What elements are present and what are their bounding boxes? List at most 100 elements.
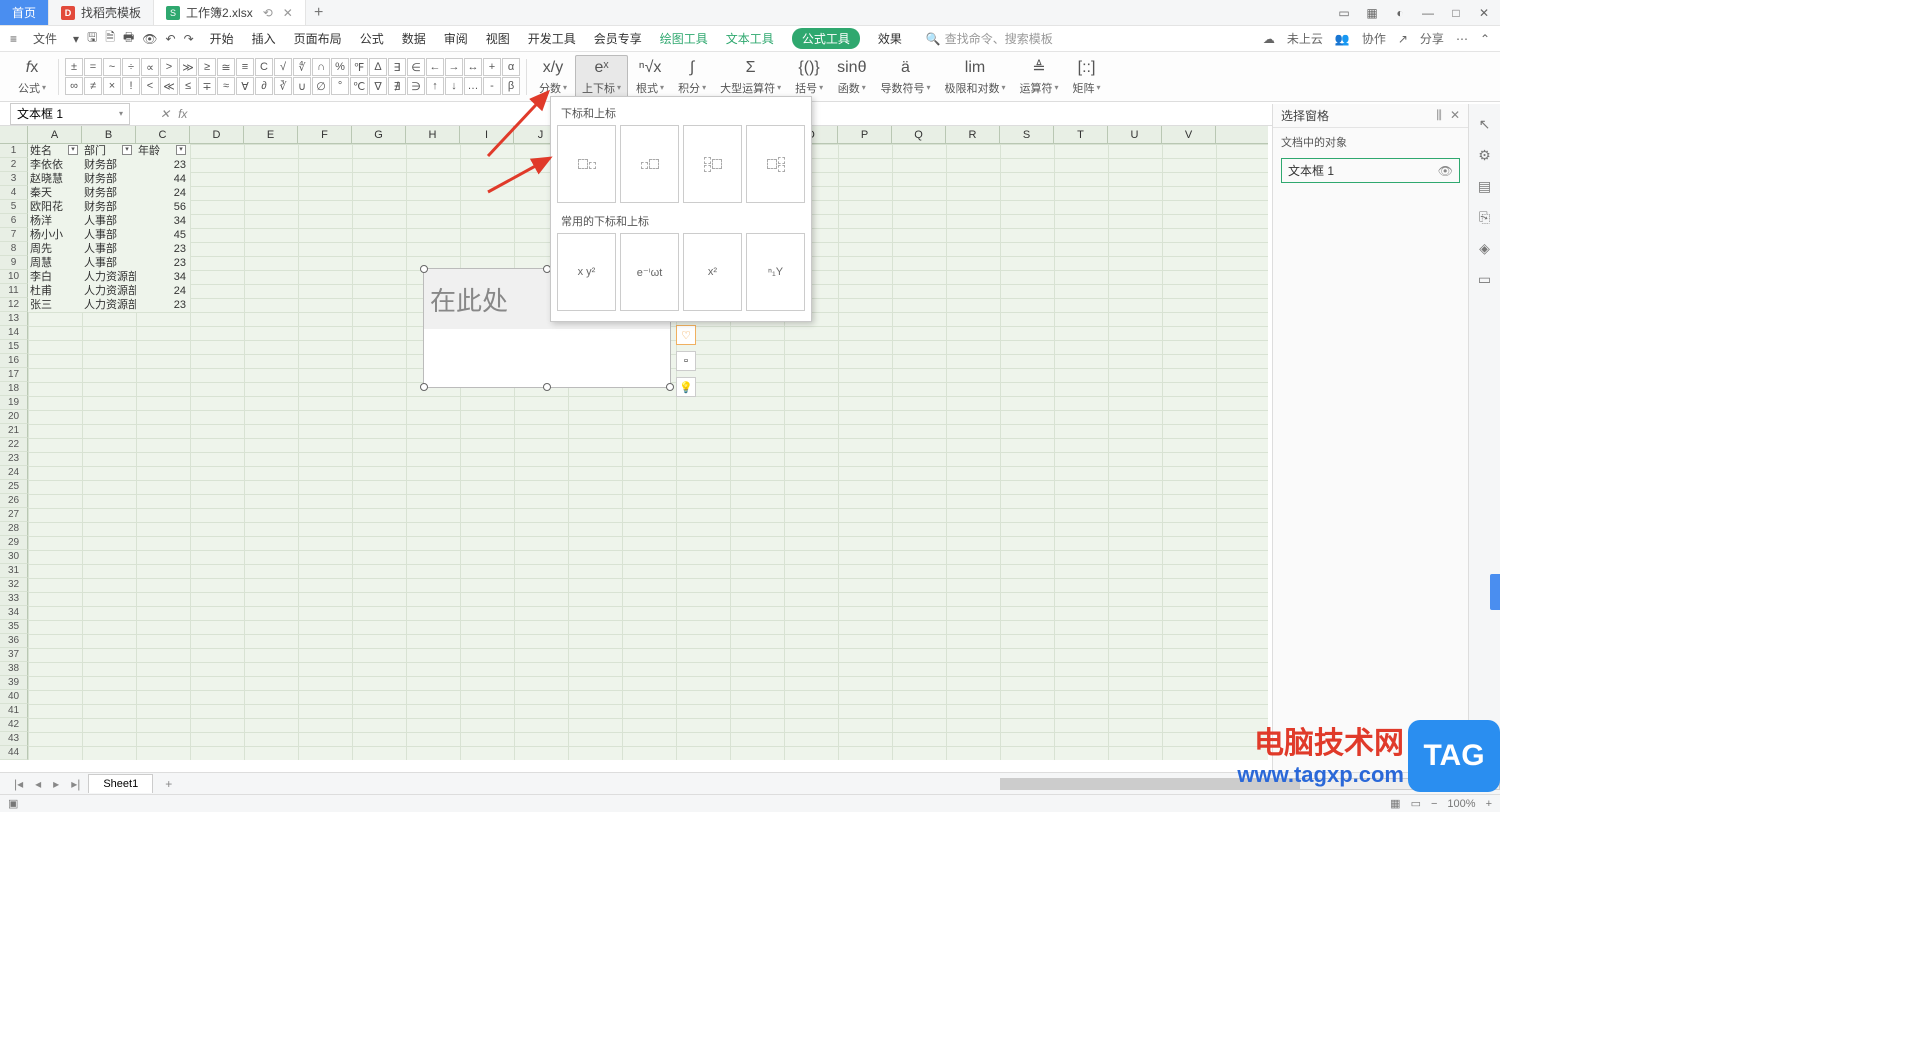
cell[interactable]: 人力资源部	[82, 270, 136, 284]
row-header[interactable]: 35	[0, 620, 28, 634]
cell[interactable]: 财务部	[82, 200, 136, 214]
symbol-cell[interactable]: ∛	[274, 77, 292, 95]
dd-e[interactable]: e⁻ⁱωt	[620, 233, 679, 311]
more-icon[interactable]: ⋯	[1456, 32, 1468, 46]
symbol-cell[interactable]: ↔	[464, 58, 482, 76]
row-header[interactable]: 14	[0, 326, 28, 340]
bulb-icon[interactable]: 💡	[676, 377, 696, 397]
cell[interactable]: 杨小小	[28, 228, 82, 242]
row-header[interactable]: 26	[0, 494, 28, 508]
tab-close-icon[interactable]: ✕	[283, 6, 293, 20]
dd-ny[interactable]: ⁿ₁Y	[746, 233, 805, 311]
row-header[interactable]: 40	[0, 690, 28, 704]
symbol-cell[interactable]: ↓	[445, 77, 463, 95]
row-header[interactable]: 28	[0, 522, 28, 536]
heart-icon[interactable]: ♡	[676, 325, 696, 345]
cell[interactable]: 财务部	[82, 172, 136, 186]
view-page-icon[interactable]: ▭	[1411, 797, 1421, 810]
cloud-icon[interactable]: ☁	[1263, 32, 1275, 46]
symbol-cell[interactable]: ≪	[160, 77, 178, 95]
symbol-cell[interactable]: ∝	[141, 58, 159, 76]
symbol-cell[interactable]: ≫	[179, 58, 197, 76]
tab-formula[interactable]: 公式	[360, 28, 384, 49]
symbol-cell[interactable]: α	[502, 58, 520, 76]
symbol-cell[interactable]: ∂	[255, 77, 273, 95]
symbol-cell[interactable]: °	[331, 77, 349, 95]
cell[interactable]: 财务部	[82, 158, 136, 172]
undo-icon[interactable]: ↶	[166, 32, 176, 46]
symbol-cell[interactable]: ∞	[65, 77, 83, 95]
ribbon-accent[interactable]: ä 导数符号▾	[874, 58, 936, 96]
filter-icon[interactable]: ▾	[68, 145, 78, 155]
col-header[interactable]: Q	[892, 126, 946, 143]
file-menu[interactable]: 文件	[25, 30, 65, 47]
cell[interactable]: 56	[136, 200, 190, 214]
zoom-out-icon[interactable]: −	[1431, 798, 1437, 810]
apps-icon[interactable]: ▦	[1364, 6, 1380, 20]
row-header[interactable]: 1	[0, 144, 28, 158]
row-header[interactable]: 20	[0, 410, 28, 424]
symbol-cell[interactable]: ±	[65, 58, 83, 76]
dd-x2[interactable]: x²	[683, 233, 742, 311]
resize-handle[interactable]	[543, 383, 551, 391]
symbol-cell[interactable]: ℃	[350, 77, 368, 95]
sheet-prev-icon[interactable]: ◂	[31, 777, 45, 791]
row-header[interactable]: 36	[0, 634, 28, 648]
name-box[interactable]: 文本框 1 ▾	[10, 103, 130, 125]
tab-add[interactable]: +	[306, 4, 332, 22]
ribbon-script[interactable]: eˣ 上下标▾	[575, 55, 628, 99]
symbol-cell[interactable]: -	[483, 77, 501, 95]
sheet-first-icon[interactable]: |◂	[10, 777, 27, 791]
row-header[interactable]: 27	[0, 508, 28, 522]
col-header[interactable]: E	[244, 126, 298, 143]
col-header[interactable]: U	[1108, 126, 1162, 143]
symbol-cell[interactable]: ∜	[293, 58, 311, 76]
row-header[interactable]: 43	[0, 732, 28, 746]
panel-close-icon[interactable]: ✕	[1450, 108, 1460, 123]
col-header[interactable]: P	[838, 126, 892, 143]
tab-start[interactable]: 开始	[210, 28, 234, 49]
ribbon-integral[interactable]: ∫ 积分▾	[672, 58, 712, 96]
cell[interactable]: 44	[136, 172, 190, 186]
cell[interactable]: 张三	[28, 298, 82, 312]
symbol-cell[interactable]: ←	[426, 58, 444, 76]
cell[interactable]: 人事部	[82, 242, 136, 256]
col-header[interactable]: R	[946, 126, 1000, 143]
cell[interactable]: 杜甫	[28, 284, 82, 298]
row-header[interactable]: 29	[0, 536, 28, 550]
sheet-next-icon[interactable]: ▸	[49, 777, 63, 791]
symbol-cell[interactable]: ∋	[407, 77, 425, 95]
row-header[interactable]: 32	[0, 578, 28, 592]
expand-icon[interactable]: ⌃	[1480, 32, 1490, 46]
ribbon-operator[interactable]: ≜ 运算符▾	[1014, 58, 1065, 96]
row-header[interactable]: 8	[0, 242, 28, 256]
cell[interactable]: 秦天	[28, 186, 82, 200]
cell[interactable]: 23	[136, 256, 190, 270]
row-header[interactable]: 9	[0, 256, 28, 270]
symbol-cell[interactable]: ÷	[122, 58, 140, 76]
col-header[interactable]: D	[190, 126, 244, 143]
layout-icon[interactable]: ▭	[1336, 6, 1352, 20]
row-header[interactable]: 21	[0, 424, 28, 438]
tab-draw-tools[interactable]: 绘图工具	[660, 28, 708, 49]
row-header[interactable]: 23	[0, 452, 28, 466]
eye-icon[interactable]: 👁	[1438, 164, 1453, 178]
resize-handle[interactable]	[420, 383, 428, 391]
view-normal-icon[interactable]: ▦	[1390, 797, 1400, 810]
sheet-tab[interactable]: Sheet1	[88, 774, 153, 793]
cell[interactable]: 杨洋	[28, 214, 82, 228]
cell[interactable]: 人事部	[82, 228, 136, 242]
symbol-cell[interactable]: ≅	[217, 58, 235, 76]
cell[interactable]: 34	[136, 270, 190, 284]
row-header[interactable]: 33	[0, 592, 28, 606]
cell[interactable]: 34	[136, 214, 190, 228]
row-header[interactable]: 31	[0, 564, 28, 578]
cell[interactable]: 欧阳花	[28, 200, 82, 214]
row-header[interactable]: 10	[0, 270, 28, 284]
collab-icon[interactable]: 👥	[1335, 32, 1350, 46]
not-cloud-label[interactable]: 未上云	[1287, 30, 1323, 47]
row-header[interactable]: 17	[0, 368, 28, 382]
cell[interactable]: 周慧	[28, 256, 82, 270]
tab-page-layout[interactable]: 页面布局	[294, 28, 342, 49]
close-icon[interactable]: ✕	[1476, 6, 1492, 20]
